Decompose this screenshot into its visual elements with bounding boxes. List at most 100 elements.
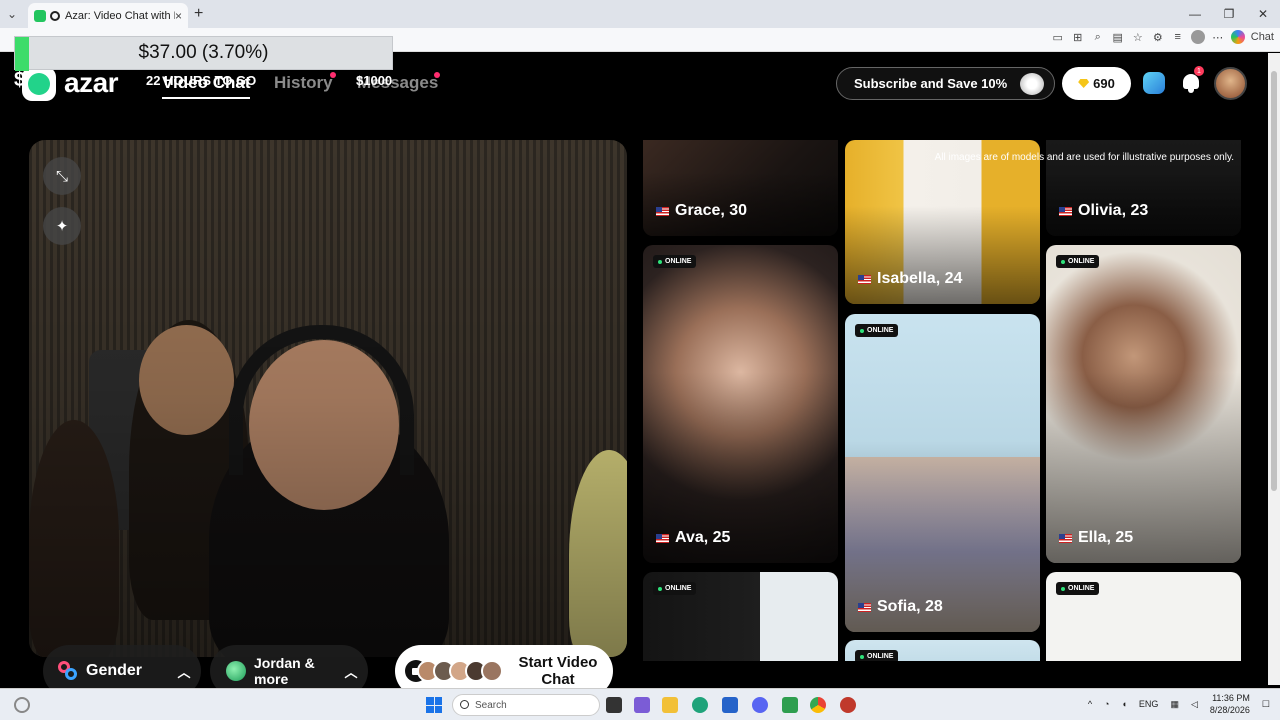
gems-count: 690 bbox=[1093, 76, 1115, 91]
profile-card[interactable]: ONLINE bbox=[845, 640, 1040, 661]
disclaimer-text: All images are of models and are used fo… bbox=[934, 152, 1234, 163]
discord-icon[interactable] bbox=[752, 697, 768, 713]
tab-list-chevron-icon[interactable]: ⌄ bbox=[0, 0, 24, 28]
restore-button[interactable]: ❐ bbox=[1212, 0, 1246, 28]
us-flag-icon bbox=[1059, 206, 1072, 216]
chevron-up-icon: ︿ bbox=[344, 664, 358, 680]
profile-name: Isabella, 24 bbox=[858, 270, 962, 288]
apps-icon[interactable]: ⊞ bbox=[1071, 30, 1085, 44]
gallery-column-3: Olivia, 23 ONLINE Ella, 25 ONLINE bbox=[1046, 140, 1241, 661]
magic-wand-icon[interactable]: ✦ bbox=[43, 207, 81, 245]
nav-history[interactable]: History bbox=[274, 73, 333, 93]
price-overlay: $37.00 (3.70%) bbox=[14, 36, 393, 71]
profile-card[interactable]: Grace, 30 bbox=[643, 140, 838, 236]
system-tray: ^ ◔ ◖ ENG ▦ ◁ 11:36 PM 8/28/2026 ☐ bbox=[1088, 692, 1270, 716]
close-window-button[interactable]: ✕ bbox=[1246, 0, 1280, 28]
azar-logo-icon[interactable] bbox=[22, 67, 56, 101]
tab-close-icon[interactable]: × bbox=[175, 9, 182, 23]
obs-icon[interactable] bbox=[840, 697, 856, 713]
windows-taskbar: Search ^ ◔ ◖ ENG ▦ ◁ 11:36 PM 8/28/2026 … bbox=[0, 688, 1280, 720]
online-badge: ONLINE bbox=[855, 650, 899, 661]
taskbar-search-input[interactable]: Search bbox=[452, 694, 600, 716]
browser-tab-azar[interactable]: Azar: Video Chat with New Pe × bbox=[28, 3, 188, 28]
profile-name: Sofia, 28 bbox=[858, 598, 943, 616]
windows-start-icon[interactable] bbox=[426, 697, 442, 713]
extensions-icon[interactable]: ⚙ bbox=[1151, 30, 1165, 44]
profile-icon[interactable] bbox=[1190, 30, 1205, 44]
new-tab-button[interactable]: + bbox=[194, 5, 203, 23]
profile-card[interactable]: ONLINE bbox=[643, 572, 838, 661]
window-controls: — ❐ ✕ bbox=[1178, 0, 1280, 28]
app-icon[interactable] bbox=[782, 697, 798, 713]
profile-card[interactable]: ONLINE Sofia, 28 bbox=[845, 314, 1040, 632]
avatar[interactable] bbox=[1214, 67, 1247, 100]
gems-balance-button[interactable]: 690 bbox=[1062, 67, 1131, 100]
network-icon[interactable]: ▦ bbox=[1170, 699, 1179, 710]
us-flag-icon bbox=[858, 602, 871, 612]
favorite-star-icon[interactable]: ☆ bbox=[1131, 30, 1145, 44]
history-notification-dot bbox=[330, 72, 336, 78]
price-text: $37.00 (3.70%) bbox=[138, 42, 269, 63]
profile-card[interactable]: Isabella, 24 bbox=[845, 140, 1040, 304]
us-flag-icon bbox=[656, 206, 669, 216]
overlay-dollar-sign: $ bbox=[14, 69, 26, 91]
gem-icon bbox=[1078, 79, 1090, 88]
notification-center-icon[interactable]: ☐ bbox=[1262, 699, 1270, 710]
profile-name: Ava, 25 bbox=[656, 529, 730, 547]
microphone-icon[interactable]: ◖ bbox=[1121, 699, 1126, 709]
tab-record-icon bbox=[50, 10, 60, 21]
azar-app: $ azar Video Chat 22 HOURS TO GO History… bbox=[0, 53, 1268, 697]
chevron-up-icon[interactable]: ^ bbox=[1088, 699, 1092, 709]
store-icon[interactable] bbox=[722, 697, 738, 713]
widgets-icon[interactable] bbox=[14, 697, 30, 713]
edge-browser-icon[interactable] bbox=[692, 697, 708, 713]
profile-card[interactable]: ONLINE bbox=[1046, 572, 1241, 661]
clock-time: 11:36 PM bbox=[1212, 693, 1250, 703]
online-badge: ONLINE bbox=[855, 324, 899, 337]
browser-tab-bar: ⌄ Azar: Video Chat with New Pe × + — ❐ ✕ bbox=[0, 0, 1280, 28]
minimize-button[interactable]: — bbox=[1178, 0, 1212, 28]
gift-icon bbox=[1020, 73, 1044, 95]
taskbar-clock[interactable]: 11:36 PM 8/28/2026 bbox=[1210, 692, 1250, 716]
volume-icon[interactable]: ◁ bbox=[1191, 699, 1198, 710]
profile-card[interactable]: ONLINE Ella, 25 bbox=[1046, 245, 1241, 563]
profile-name: Olivia, 23 bbox=[1059, 202, 1148, 220]
file-explorer-icon[interactable] bbox=[662, 697, 678, 713]
page-scrollbar[interactable] bbox=[1268, 53, 1280, 685]
gallery-column-1: Grace, 30 ONLINE Ava, 25 ONLINE bbox=[643, 140, 838, 661]
us-flag-icon bbox=[858, 274, 871, 284]
app-icon[interactable] bbox=[634, 697, 650, 713]
camera-icon[interactable]: ▭ bbox=[1051, 30, 1065, 44]
minimize-video-icon[interactable]: ⤡ bbox=[43, 157, 81, 195]
online-badge: ONLINE bbox=[653, 582, 697, 595]
language-indicator[interactable]: ENG bbox=[1139, 699, 1159, 709]
avatar bbox=[481, 660, 503, 682]
nav-active-underline bbox=[162, 97, 251, 99]
price-bar-accent bbox=[15, 37, 29, 71]
chat-bubble-icon[interactable] bbox=[1143, 72, 1165, 94]
azar-logo-text[interactable]: azar bbox=[64, 67, 119, 99]
online-badge: ONLINE bbox=[1056, 582, 1100, 595]
collections-icon[interactable]: ≡ bbox=[1171, 30, 1185, 44]
profile-name: Grace, 30 bbox=[656, 202, 747, 220]
profile-card[interactable]: ONLINE Ava, 25 bbox=[643, 245, 838, 563]
zoom-icon[interactable]: ⌕ bbox=[1091, 30, 1105, 44]
region-label: Jordan & more bbox=[254, 655, 315, 687]
profile-name: Ella, 25 bbox=[1059, 529, 1133, 547]
more-icon[interactable]: ⋯ bbox=[1211, 30, 1225, 44]
browser-toolbar-icons: ▭ ⊞ ⌕ ▤ ☆ ⚙ ≡ ⋯ Chat bbox=[1051, 30, 1274, 44]
copilot-icon[interactable] bbox=[1230, 30, 1245, 44]
gender-icon bbox=[58, 661, 78, 681]
task-view-icon[interactable] bbox=[606, 697, 622, 713]
wifi-icon[interactable]: ◔ bbox=[1104, 699, 1109, 709]
subscribe-button[interactable]: Subscribe and Save 10% bbox=[836, 67, 1055, 100]
avatar-stack bbox=[417, 660, 503, 682]
start-video-chat-label: Start Video Chat bbox=[518, 654, 598, 688]
messages-notification-dot bbox=[434, 72, 440, 78]
online-badge: ONLINE bbox=[653, 255, 697, 268]
overlay-timer: 22 HOURS TO GO bbox=[146, 73, 257, 88]
online-badge: ONLINE bbox=[1056, 255, 1100, 268]
chrome-icon[interactable] bbox=[810, 697, 826, 713]
copilot-chat-label[interactable]: Chat bbox=[1251, 31, 1274, 43]
reader-icon[interactable]: ▤ bbox=[1111, 30, 1125, 44]
